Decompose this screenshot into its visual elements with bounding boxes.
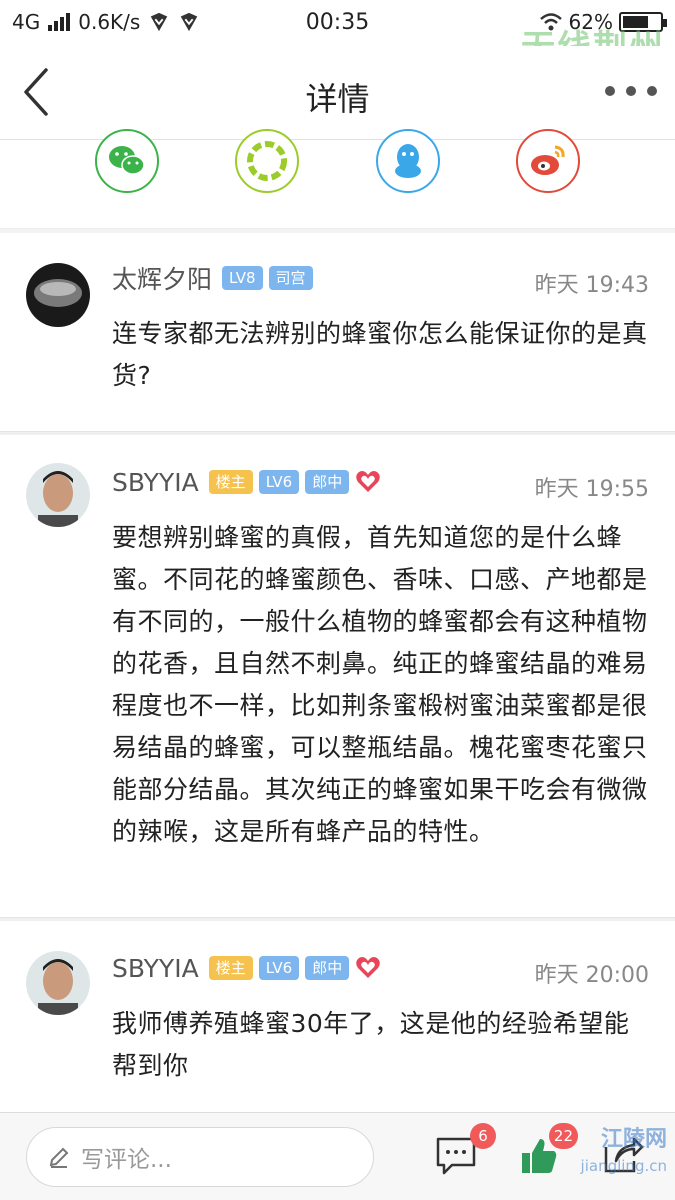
like-count-badge: 22 bbox=[548, 1123, 578, 1149]
watermark-url: jiangling.cn bbox=[580, 1157, 667, 1175]
owner-badge: 楼主 bbox=[208, 956, 253, 980]
share-row bbox=[0, 129, 675, 229]
comment-time: 昨天 19:43 bbox=[534, 273, 649, 298]
avatar-image bbox=[26, 463, 90, 527]
top-nav: 详情 bbox=[0, 46, 675, 140]
qq-icon bbox=[395, 144, 421, 178]
watermark-bottom: 江陵网 jiangling.cn bbox=[581, 1127, 667, 1179]
weibo-icon bbox=[531, 145, 565, 175]
comment-time: 昨天 20:00 bbox=[534, 963, 649, 988]
level-badge: LV8 bbox=[222, 266, 263, 290]
comment-item: SBYYIA 楼主 LV6 郎中 昨天 19:55 要想辨别蜂蜜的真假，首先知道… bbox=[0, 435, 675, 917]
avatar[interactable] bbox=[26, 263, 90, 327]
comment-text: 我师傅养殖蜂蜜30年了，这是他的经验希望能帮到你 bbox=[112, 1009, 630, 1080]
page-title: 详情 bbox=[305, 80, 370, 118]
username[interactable]: SBYYIA bbox=[112, 954, 199, 983]
comment-text: 要想辨别蜂蜜的真假，首先知道您的是什么蜂蜜。不同花的蜂蜜颜色、香味、口感、产地都… bbox=[112, 523, 648, 846]
level-badge: LV6 bbox=[258, 470, 300, 494]
comment-count-badge: 6 bbox=[470, 1123, 496, 1149]
rank-badge: 郎中 bbox=[305, 956, 350, 980]
name-row: 太辉夕阳 LV8 司宫 bbox=[112, 261, 313, 295]
username[interactable]: 太辉夕阳 bbox=[112, 260, 212, 296]
avatar-image bbox=[26, 951, 90, 1015]
bottom-bar: 写评论... 6 22 江陵网 jiangling.cn bbox=[0, 1112, 675, 1200]
share-qq-button[interactable] bbox=[376, 129, 440, 193]
comment-text: 连专家都无法辨别的蜂蜜你怎么能保证你的是真货? bbox=[112, 319, 648, 390]
owner-badge: 楼主 bbox=[208, 470, 253, 494]
wechat-icon bbox=[109, 146, 145, 175]
like-button[interactable]: 22 bbox=[516, 1123, 578, 1181]
share-wechat-button[interactable] bbox=[95, 129, 159, 193]
pencil-icon bbox=[49, 1147, 69, 1168]
heart-icon bbox=[356, 957, 380, 978]
status-bar: 4G 0.6K/s 00:35 62% 无线荆州 bbox=[0, 0, 675, 68]
rank-badge: 司宫 bbox=[268, 266, 313, 290]
comment-item: SBYYIA 楼主 LV6 郎中 昨天 20:00 我师傅养殖蜂蜜30年了，这是… bbox=[0, 921, 675, 1112]
more-button[interactable] bbox=[605, 76, 657, 106]
heart-icon bbox=[356, 471, 380, 492]
comment-time: 昨天 19:55 bbox=[534, 477, 649, 502]
share-moments-button[interactable] bbox=[235, 129, 299, 193]
share-weibo-button[interactable] bbox=[516, 129, 580, 193]
comment-placeholder: 写评论... bbox=[81, 1147, 172, 1173]
name-row: SBYYIA 楼主 LV6 郎中 bbox=[112, 951, 381, 985]
more-dots-icon bbox=[605, 86, 615, 96]
rank-badge: 郎中 bbox=[305, 470, 350, 494]
avatar[interactable] bbox=[26, 463, 90, 527]
avatar-image bbox=[26, 263, 90, 327]
avatar[interactable] bbox=[26, 951, 90, 1015]
level-badge: LV6 bbox=[258, 956, 300, 980]
watermark-text: 江陵网 bbox=[600, 1127, 667, 1152]
comment-input[interactable]: 写评论... bbox=[26, 1127, 374, 1187]
moments-icon bbox=[247, 141, 287, 181]
name-row: SBYYIA 楼主 LV6 郎中 bbox=[112, 465, 381, 499]
comments-button[interactable]: 6 bbox=[434, 1123, 496, 1181]
comment-item: 太辉夕阳 LV8 司宫 昨天 19:43 连专家都无法辨别的蜂蜜你怎么能保证你的… bbox=[0, 233, 675, 431]
username[interactable]: SBYYIA bbox=[112, 468, 199, 497]
